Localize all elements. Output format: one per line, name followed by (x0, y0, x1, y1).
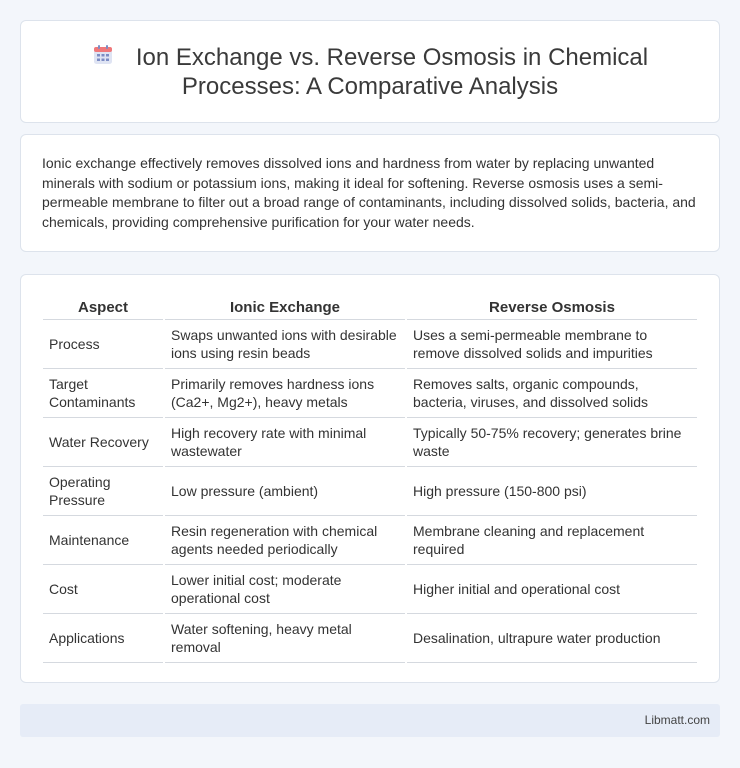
aspect-cell: Cost (43, 565, 163, 614)
reverse-osmosis-cell: Membrane cleaning and replacement requir… (407, 516, 697, 565)
footer: Libmatt.com (20, 704, 720, 737)
intro-card: Ionic exchange effectively removes disso… (20, 134, 720, 252)
reverse-osmosis-cell: Uses a semi-permeable membrane to remove… (407, 320, 697, 369)
ionic-exchange-cell: Swaps unwanted ions with desirable ions … (165, 320, 405, 369)
ionic-exchange-cell: Resin regeneration with chemical agents … (165, 516, 405, 565)
reverse-osmosis-cell: Typically 50-75% recovery; generates bri… (407, 418, 697, 467)
reverse-osmosis-cell: Removes salts, organic compounds, bacter… (407, 369, 697, 418)
header-ionic-exchange: Ionic Exchange (165, 296, 405, 320)
footer-brand: Libmatt.com (644, 713, 710, 727)
comparison-card: Aspect Ionic Exchange Reverse Osmosis Pr… (20, 274, 720, 683)
aspect-cell: Process (43, 320, 163, 369)
aspect-cell: Water Recovery (43, 418, 163, 467)
page-title-text: Ion Exchange vs. Reverse Osmosis in Chem… (135, 43, 649, 100)
table-row: Operating Pressure Low pressure (ambient… (43, 467, 697, 516)
comparison-table: Aspect Ionic Exchange Reverse Osmosis Pr… (41, 296, 699, 663)
title-card: Ion Exchange vs. Reverse Osmosis in Chem… (20, 20, 720, 123)
header-aspect: Aspect (43, 296, 163, 320)
reverse-osmosis-cell: Higher initial and operational cost (407, 565, 697, 614)
header-reverse-osmosis: Reverse Osmosis (407, 296, 697, 320)
table-header-row: Aspect Ionic Exchange Reverse Osmosis (43, 296, 697, 320)
aspect-cell: Applications (43, 614, 163, 663)
ionic-exchange-cell: High recovery rate with minimal wastewat… (165, 418, 405, 467)
reverse-osmosis-cell: High pressure (150-800 psi) (407, 467, 697, 516)
ionic-exchange-cell: Water softening, heavy metal removal (165, 614, 405, 663)
ionic-exchange-cell: Lower initial cost; moderate operational… (165, 565, 405, 614)
aspect-cell: Operating Pressure (43, 467, 163, 516)
table-row: Maintenance Resin regeneration with chem… (43, 516, 697, 565)
table-row: Process Swaps unwanted ions with desirab… (43, 320, 697, 369)
ionic-exchange-cell: Low pressure (ambient) (165, 467, 405, 516)
page-title: Ion Exchange vs. Reverse Osmosis in Chem… (61, 43, 679, 101)
table-row: Cost Lower initial cost; moderate operat… (43, 565, 697, 614)
intro-paragraph: Ionic exchange effectively removes disso… (42, 155, 696, 230)
title-wrap: Ion Exchange vs. Reverse Osmosis in Chem… (21, 21, 719, 122)
aspect-cell: Target Contaminants (43, 369, 163, 418)
aspect-cell: Maintenance (43, 516, 163, 565)
table-row: Applications Water softening, heavy meta… (43, 614, 697, 663)
reverse-osmosis-cell: Desalination, ultrapure water production (407, 614, 697, 663)
ionic-exchange-cell: Primarily removes hardness ions (Ca2+, M… (165, 369, 405, 418)
table-row: Water Recovery High recovery rate with m… (43, 418, 697, 467)
calendar-icon (92, 44, 114, 66)
table-row: Target Contaminants Primarily removes ha… (43, 369, 697, 418)
